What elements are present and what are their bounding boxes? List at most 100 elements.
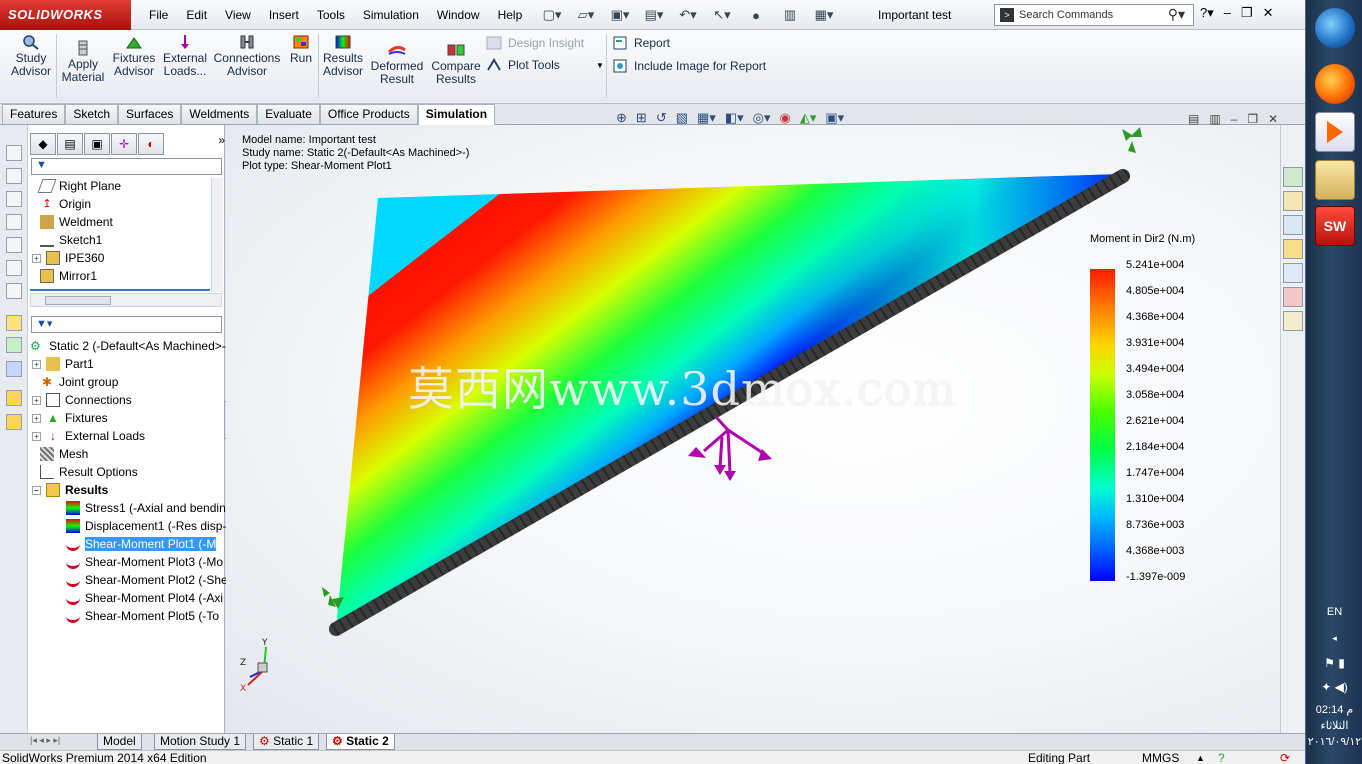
menu-window[interactable]: Window (428, 8, 489, 22)
tab-simulation[interactable]: Simulation (417, 104, 496, 125)
zoom-to-fit-icon[interactable]: ⊕ (616, 110, 627, 126)
close-icon[interactable]: ✕ (1263, 5, 1274, 21)
minimize-icon[interactable]: – (1224, 5, 1231, 21)
cube-view-icon[interactable] (6, 283, 22, 299)
tree-item-mirror1[interactable]: Mirror1 (40, 269, 97, 283)
study-filter-input[interactable]: ▼▾ (31, 316, 222, 333)
tree-item-stress1[interactable]: Stress1 (-Axial and bendin (66, 501, 226, 515)
feature-tree-tab-icon[interactable]: ◆ (30, 133, 56, 155)
tree-item-shear-moment-plot1[interactable]: Shear-Moment Plot1 (-M (66, 536, 218, 552)
rebuild-icon[interactable]: ● (742, 5, 770, 25)
tab-sketch[interactable]: Sketch (65, 104, 119, 124)
graphics-area[interactable]: Model name: Important test Study name: S… (226, 125, 1280, 733)
connection-tool-icon[interactable] (6, 361, 22, 377)
search-commands-input[interactable]: > Search Commands ⚲▾ (994, 4, 1194, 26)
connections-advisor-button[interactable]: Connections Advisor (213, 34, 281, 78)
solidworks-logo[interactable]: SOLIDWORKS (0, 0, 131, 30)
tab-model[interactable]: Model (97, 734, 142, 750)
cube-view-icon[interactable] (6, 260, 22, 276)
tree-item-connections[interactable]: + Connections (32, 393, 132, 407)
scrollbar-thumb[interactable] (45, 296, 111, 305)
undo-icon[interactable]: ↶▾ (674, 5, 702, 25)
tab-static-1[interactable]: ⚙ Static 1 (253, 734, 320, 750)
external-loads-button[interactable]: External Loads... (160, 34, 210, 78)
expand-icon[interactable]: + (32, 253, 41, 263)
solidworks-resources-icon[interactable] (1283, 167, 1303, 187)
menu-insert[interactable]: Insert (260, 8, 308, 22)
fixtures-advisor-button[interactable]: Fixtures Advisor (110, 34, 158, 78)
file-explorer-icon[interactable] (1283, 239, 1303, 259)
result-tool-icon[interactable] (6, 390, 22, 406)
cube-view-icon[interactable] (6, 145, 22, 161)
collapse-icon[interactable]: − (32, 485, 41, 495)
file-properties-icon[interactable]: ▥ (776, 5, 804, 25)
tree-item-shear-moment-plot3[interactable]: Shear-Moment Plot3 (-Mo (66, 555, 223, 569)
tree-item-shear-moment-plot4[interactable]: Shear-Moment Plot4 (-Axi (66, 591, 223, 605)
tab-static-2[interactable]: ⚙ Static 2 (326, 734, 395, 750)
tree-item-right-plane[interactable]: Right Plane (37, 179, 121, 193)
menu-edit[interactable]: Edit (177, 8, 216, 22)
menu-help[interactable]: Help (489, 8, 532, 22)
expand-icon[interactable]: + (32, 431, 41, 441)
view-palette-icon[interactable] (1283, 263, 1303, 283)
menu-simulation[interactable]: Simulation (354, 8, 428, 22)
apply-material-button[interactable]: Apply Material (60, 40, 106, 84)
cube-view-icon[interactable] (6, 191, 22, 207)
design-library-icon[interactable] (1283, 215, 1303, 235)
tree-item-external-loads[interactable]: + ↓ External Loads (32, 429, 145, 443)
clock-time[interactable]: 02:14 م (1306, 703, 1362, 716)
tree-item-joint-group[interactable]: ✱ Joint group (40, 375, 118, 389)
volume-icon[interactable]: ✦ ◀) (1306, 680, 1362, 694)
tab-evaluate[interactable]: Evaluate (257, 104, 320, 124)
include-image-button[interactable]: Include Image for Report (612, 59, 766, 73)
display-style-icon[interactable]: ◧▾ (725, 110, 744, 126)
search-icon[interactable]: ⚲▾ (1168, 6, 1185, 23)
tree-item-fixtures[interactable]: + ▲ Fixtures (32, 411, 108, 425)
viewport-minimize-icon[interactable]: – (1231, 112, 1238, 126)
deformed-result-button[interactable]: Deformed Result (370, 42, 424, 86)
action-center-flag-icon[interactable]: ⚑ ▮ (1306, 656, 1362, 670)
windows-start-icon[interactable] (1315, 8, 1355, 48)
tab-office-products[interactable]: Office Products (319, 104, 418, 124)
plot-tools-dropdown-icon[interactable]: ▼ (596, 61, 604, 70)
cube-view-icon[interactable] (6, 237, 22, 253)
rebuild-status-icon[interactable]: ⟳ (1280, 751, 1290, 764)
tree-item-results[interactable]: − Results (32, 483, 108, 497)
tab-navigation-arrows-icon[interactable]: |◂ ◂ ▸ ▸| (30, 735, 60, 746)
menu-file[interactable]: File (140, 8, 177, 22)
select-pointer-icon[interactable]: ↖▾ (708, 5, 736, 25)
expand-icon[interactable]: + (32, 413, 41, 423)
cube-view-icon[interactable] (6, 168, 22, 184)
save-icon[interactable]: ▣▾ (606, 5, 634, 25)
expand-icon[interactable]: + (32, 395, 41, 405)
feature-tree-horizontal-scrollbar[interactable] (30, 293, 222, 307)
tree-item-displacement1[interactable]: Displacement1 (-Res disp- (66, 519, 226, 533)
cube-view-icon[interactable] (6, 214, 22, 230)
help-status-icon[interactable]: ? (1218, 751, 1225, 764)
results-advisor-button[interactable]: Results Advisor (322, 34, 364, 78)
restore-icon[interactable]: ❐ (1241, 5, 1253, 21)
media-player-icon[interactable] (1315, 112, 1355, 152)
hide-show-items-icon[interactable]: ◎▾ (753, 110, 771, 126)
viewport-split-icon[interactable]: ▥ (1209, 112, 1220, 126)
tree-item-origin[interactable]: ↥ Origin (40, 197, 91, 211)
solidworks-taskbar-icon[interactable]: SW (1315, 206, 1355, 246)
shear-moment-plot-view[interactable]: Y Z X (226, 125, 1280, 733)
plot-tools-button[interactable]: Plot Tools (486, 58, 560, 72)
viewport-close-icon[interactable]: ✕ (1268, 112, 1278, 126)
units-selector[interactable]: MMGS (1142, 751, 1179, 764)
view-settings-icon[interactable]: ▣▾ (825, 110, 844, 126)
tree-item-weldment[interactable]: Weldment (40, 215, 113, 229)
fixture-tool-icon[interactable] (6, 337, 22, 353)
tab-weldments[interactable]: Weldments (181, 104, 258, 124)
tab-surfaces[interactable]: Surfaces (118, 104, 182, 124)
tree-item-mesh[interactable]: Mesh (40, 447, 88, 461)
appearances-icon[interactable] (1283, 287, 1303, 307)
compare-results-button[interactable]: Compare Results (430, 42, 482, 86)
study-advisor-button[interactable]: Study Advisor (10, 34, 52, 78)
menu-view[interactable]: View (216, 8, 260, 22)
tree-item-study-root[interactable]: ⚙ Static 2 (-Default<As Machined>- (30, 339, 226, 353)
expand-panel-icon[interactable]: » (165, 133, 225, 155)
home-icon[interactable] (1283, 191, 1303, 211)
section-view-icon[interactable]: ▧ (676, 110, 688, 126)
